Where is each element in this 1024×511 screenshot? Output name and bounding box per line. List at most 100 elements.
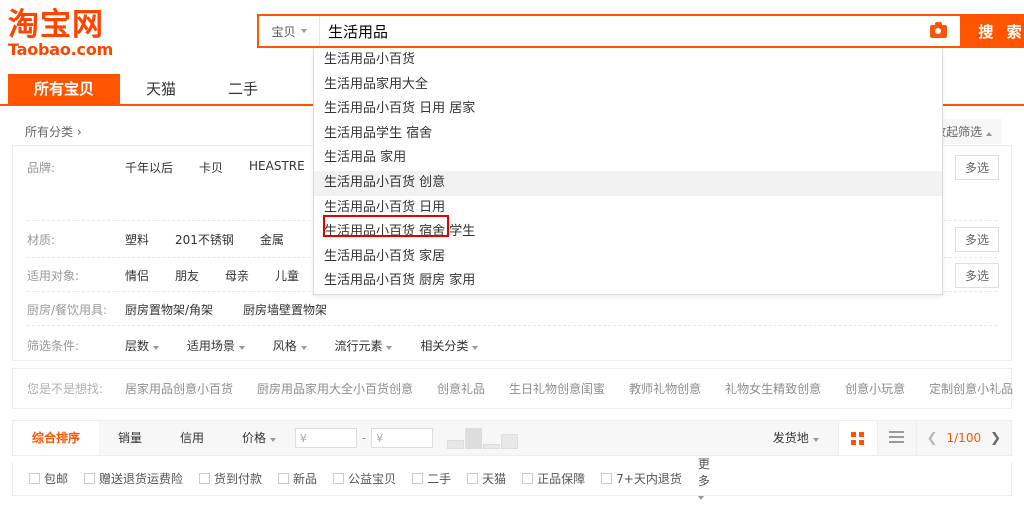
tab-secondhand[interactable]: 二手 — [202, 74, 284, 104]
filter-value[interactable]: 金属 — [260, 231, 284, 248]
checkbox-new-arrival[interactable]: 新品 — [278, 470, 317, 487]
did-you-mean-link[interactable]: 居家用品创意小百货 — [125, 380, 233, 397]
checkbox-charity-item[interactable]: 公益宝贝 — [333, 470, 396, 487]
checkbox-authenticity[interactable]: 正品保障 — [522, 470, 585, 487]
search-suggestions-dropdown: 生活用品小百货 生活用品家用大全 生活用品小百货 日用 居家 生活用品学生 宿舍… — [313, 48, 943, 295]
image-search-button[interactable] — [916, 16, 960, 46]
checkbox-7day-return[interactable]: 7+天内退货 — [601, 470, 682, 487]
condition-dropdown-scene[interactable]: 适用场景 — [187, 337, 245, 354]
taobao-logo[interactable]: 淘宝网 Taobao.com — [8, 8, 188, 58]
filter-label-kitchenware: 厨房/餐饮用具: — [27, 303, 108, 317]
filter-value[interactable]: 朋友 — [175, 267, 199, 284]
suggestion-item[interactable]: 生活用品小百货 日用 居家 — [314, 97, 942, 122]
price-max-input[interactable]: ¥ — [371, 428, 434, 448]
chevron-down-icon — [300, 29, 307, 33]
chevron-down-icon — [300, 346, 307, 350]
search-input[interactable] — [320, 16, 916, 46]
chevron-up-icon — [986, 132, 992, 136]
camera-icon — [929, 21, 947, 38]
did-you-mean-link[interactable]: 厨房用品家用大全小百货创意 — [257, 380, 413, 397]
chevron-left-icon[interactable]: ❮ — [927, 431, 938, 446]
chevron-down-icon — [238, 346, 245, 350]
more-filters-button[interactable]: 更多 — [697, 455, 715, 503]
condition-dropdown-trend[interactable]: 流行元素 — [335, 337, 393, 354]
chevron-down-icon — [386, 346, 393, 350]
filter-value[interactable]: HEASTRE — [249, 159, 305, 176]
sort-sales[interactable]: 销量 — [99, 421, 161, 455]
filter-value[interactable]: 厨房置物架/角架 — [125, 301, 213, 318]
checkbox-cash-on-delivery[interactable]: 货到付款 — [199, 470, 262, 487]
logo-chinese-text: 淘宝网 — [8, 7, 104, 43]
price-range-separator: - — [361, 431, 367, 445]
grid-view-button[interactable] — [838, 421, 877, 455]
sort-credit[interactable]: 信用 — [161, 421, 223, 455]
logo-latin-text: Taobao.com — [8, 40, 114, 59]
multi-select-button[interactable]: 多选 — [954, 155, 999, 180]
condition-dropdown-layers[interactable]: 层数 — [125, 337, 159, 354]
sort-price[interactable]: 价格 — [223, 421, 295, 455]
checkbox-secondhand[interactable]: 二手 — [412, 470, 451, 487]
did-you-mean-link[interactable]: 创意礼品 — [437, 380, 485, 397]
price-histogram[interactable] — [447, 427, 519, 449]
all-categories-breadcrumb[interactable]: 所有分类 › — [25, 123, 82, 140]
chevron-down-icon — [697, 495, 704, 500]
filter-label-material: 材质: — [27, 233, 56, 247]
filter-label-audience: 适用对象: — [27, 269, 80, 283]
filter-label-brand: 品牌: — [27, 161, 56, 175]
suggestion-item[interactable]: 生活用品小百货 宿舍 学生 — [314, 220, 942, 245]
price-min-input[interactable]: ¥ — [294, 428, 357, 448]
chevron-right-icon[interactable]: ❯ — [990, 431, 1001, 446]
tab-tmall[interactable]: 天猫 — [120, 74, 202, 104]
suggestion-item[interactable]: 生活用品小百货 — [314, 48, 942, 73]
filter-value[interactable]: 卡贝 — [199, 159, 223, 176]
suggestion-item-selected[interactable]: 生活用品小百货 创意 — [314, 170, 942, 196]
filter-value[interactable]: 千年以后 — [125, 159, 173, 176]
chevron-down-icon — [472, 346, 479, 350]
filter-value[interactable]: 201不锈钢 — [175, 231, 234, 248]
did-you-mean-link[interactable]: 创意小玩意 — [845, 380, 905, 397]
did-you-mean-link[interactable]: 教师礼物创意 — [629, 380, 701, 397]
suggestion-item[interactable]: 生活用品家用大全 — [314, 73, 942, 98]
grid-view-icon — [851, 431, 865, 445]
chevron-down-icon — [812, 438, 819, 442]
suggestion-item[interactable]: 生活用品小百货 厨房 家用 — [314, 269, 942, 294]
suggestion-item[interactable]: 生活用品小百货 日用 — [314, 196, 942, 221]
condition-dropdown-related[interactable]: 相关分类 — [420, 337, 479, 354]
suggestion-item[interactable]: 生活用品小百货 家居 — [314, 245, 942, 270]
list-view-icon — [889, 430, 905, 446]
checkbox-icon — [84, 473, 96, 484]
checkbox-return-insurance[interactable]: 赠送退货运费险 — [84, 470, 183, 487]
filter-value[interactable]: 厨房墙壁置物架 — [243, 301, 327, 318]
checkbox-free-shipping[interactable]: 包邮 — [29, 470, 68, 487]
page-indicator: 1/100 — [946, 431, 982, 445]
multi-select-button[interactable]: 多选 — [954, 227, 999, 252]
checkbox-icon — [467, 473, 479, 484]
list-view-button[interactable] — [878, 421, 916, 455]
condition-dropdown-style[interactable]: 风格 — [273, 337, 307, 354]
checkbox-tmall[interactable]: 天猫 — [467, 470, 506, 487]
did-you-mean-link[interactable]: 定制创意小礼品 — [929, 380, 1013, 397]
sort-bar: 综合排序 销量 信用 价格 ¥ - ¥ 发货地 ❮ 1/100 ❯ — [12, 420, 1012, 456]
did-you-mean-link[interactable]: 礼物女生精致创意 — [725, 380, 821, 397]
suggestion-item[interactable]: 生活用品学生 宿舍 — [314, 122, 942, 147]
search-category-label: 宝贝 — [271, 24, 296, 39]
did-you-mean-label: 您是不是想找: — [27, 382, 104, 396]
filter-conditions-dropdowns: 层数 适用场景 风格 流行元素 相关分类 — [125, 326, 997, 354]
suggestion-item[interactable]: 生活用品 家用 — [314, 146, 942, 171]
filter-value[interactable]: 情侣 — [125, 267, 149, 284]
chevron-down-icon — [152, 346, 159, 350]
filter-value[interactable]: 儿童 — [275, 267, 299, 284]
filter-value[interactable]: 母亲 — [225, 267, 249, 284]
currency-symbol: ¥ — [376, 431, 384, 445]
ship-from-dropdown[interactable]: 发货地 — [754, 421, 838, 455]
tab-all-items[interactable]: 所有宝贝 — [8, 74, 121, 104]
filter-row-conditions: 筛选条件: 层数 适用场景 风格 流行元素 相关分类 — [13, 326, 1011, 362]
search-button[interactable]: 搜 索 — [960, 16, 1024, 46]
multi-select-button[interactable]: 多选 — [954, 263, 999, 288]
did-you-mean-bar: 您是不是想找: 居家用品创意小百货 厨房用品家用大全小百货创意 创意礼品 生日礼… — [12, 368, 1013, 409]
filter-checkbox-bar: 包邮 赠送退货运费险 货到付款 新品 公益宝贝 二手 天猫 正品保障 7+天内退… — [12, 457, 1012, 500]
did-you-mean-link[interactable]: 生日礼物创意闺蜜 — [509, 380, 605, 397]
filter-value[interactable]: 塑料 — [125, 231, 149, 248]
search-category-select[interactable]: 宝贝 — [259, 16, 320, 46]
sort-comprehensive[interactable]: 综合排序 — [13, 421, 100, 455]
